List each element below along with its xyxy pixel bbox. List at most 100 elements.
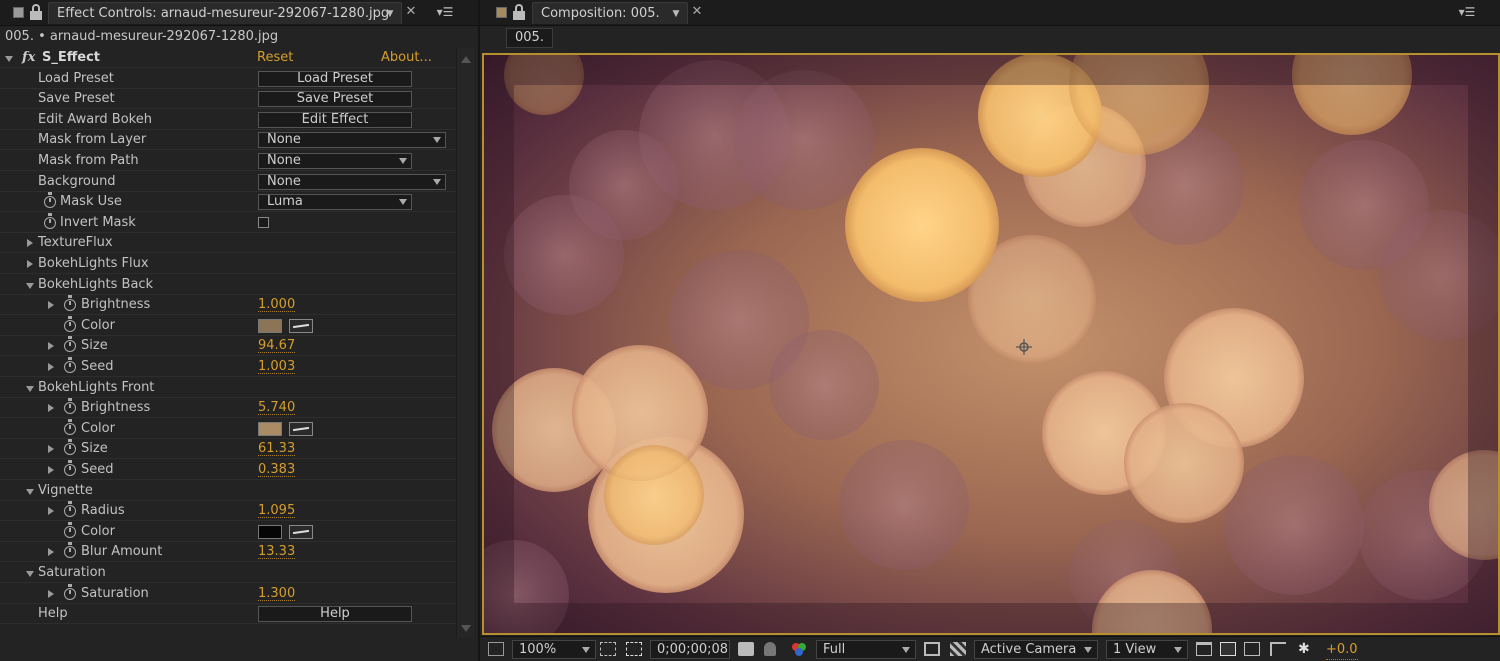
rgb-channels-icon[interactable] [790, 642, 808, 656]
current-time-field[interactable]: 0;00;00;08 [650, 640, 730, 659]
fx-icon[interactable]: fx [22, 48, 35, 68]
view-layout-dropdown[interactable]: 1 View [1106, 640, 1188, 659]
back-seed-value[interactable]: 1.003 [258, 357, 296, 374]
expand-triangle-icon[interactable] [48, 445, 54, 454]
mask-use-dropdown[interactable]: Luma [258, 194, 412, 211]
flowchart-icon[interactable] [1270, 642, 1286, 656]
lock-icon[interactable] [29, 4, 43, 21]
transparency-grid-icon[interactable] [950, 642, 966, 656]
panel-grip-icon[interactable] [13, 7, 24, 18]
scroll-up-icon[interactable] [461, 56, 471, 63]
group-row-bokehlights-front[interactable]: BokehLights Front [0, 378, 456, 398]
front-seed-value[interactable]: 0.383 [258, 460, 296, 477]
expand-triangle-icon[interactable] [48, 466, 54, 474]
back-brightness-value[interactable]: 1.000 [258, 295, 296, 313]
background-dropdown[interactable]: None [258, 173, 446, 190]
scroll-down-icon[interactable] [461, 625, 471, 632]
collapse-triangle-icon[interactable] [5, 56, 13, 62]
vignette-color-swatch[interactable] [258, 524, 282, 539]
collapse-triangle-icon[interactable] [26, 282, 34, 289]
panel-menu-icon[interactable]: ▾☰ [434, 3, 456, 21]
expand-triangle-icon[interactable] [48, 404, 54, 413]
stopwatch-icon[interactable] [64, 357, 76, 373]
exposure-reset-icon[interactable]: ✱ [1298, 642, 1314, 656]
always-preview-icon[interactable] [488, 642, 504, 656]
expand-triangle-icon[interactable] [27, 239, 33, 248]
close-icon[interactable]: ✕ [404, 3, 418, 21]
mask-visibility-icon[interactable] [626, 642, 642, 656]
stopwatch-icon[interactable] [64, 398, 76, 415]
expand-triangle-icon[interactable] [27, 260, 33, 268]
timeline-icon[interactable] [1244, 642, 1260, 656]
save-preset-button[interactable]: Save Preset [258, 91, 412, 108]
lock-icon[interactable] [512, 4, 526, 21]
mask-from-path-dropdown[interactable]: None [258, 153, 412, 169]
panel-menu-icon[interactable]: ▾☰ [1456, 3, 1478, 21]
composition-breadcrumb[interactable]: 005. [506, 28, 553, 48]
grid-guide-icon[interactable] [600, 642, 616, 656]
collapse-triangle-icon[interactable] [26, 571, 34, 577]
camera-snapshot-icon[interactable] [738, 642, 754, 656]
front-color-swatch[interactable] [258, 421, 282, 436]
expand-triangle-icon[interactable] [48, 363, 54, 371]
group-row-bokehlights-flux[interactable]: BokehLights Flux [0, 254, 456, 274]
tab-composition[interactable]: Composition: 005. ▼ [532, 2, 688, 24]
composition-icon[interactable] [496, 7, 507, 18]
group-row-saturation[interactable]: Saturation [0, 563, 456, 583]
zoom-dropdown[interactable]: 100% [512, 640, 596, 659]
stopwatch-icon[interactable] [64, 418, 76, 435]
edit-effect-button[interactable]: Edit Effect [258, 111, 412, 128]
group-row-bokehlights-back[interactable]: BokehLights Back [0, 275, 456, 295]
stopwatch-icon[interactable] [64, 501, 76, 518]
toggle-pixel-aspect-icon[interactable] [1196, 642, 1212, 656]
mask-from-layer-dropdown[interactable]: None [258, 132, 446, 149]
composition-viewer[interactable] [482, 53, 1500, 635]
front-brightness-value[interactable]: 5.740 [258, 398, 296, 416]
fast-previews-icon[interactable] [1220, 642, 1236, 656]
collapse-triangle-icon[interactable] [26, 385, 34, 392]
chevron-down-icon[interactable]: ▼ [669, 7, 683, 21]
stopwatch-icon[interactable] [64, 336, 76, 353]
back-size-value[interactable]: 94.67 [258, 336, 296, 354]
expand-triangle-icon[interactable] [48, 548, 54, 557]
invert-mask-checkbox[interactable] [258, 216, 269, 228]
stopwatch-icon[interactable] [64, 460, 76, 476]
stopwatch-icon[interactable] [64, 521, 76, 538]
tab-effect-controls[interactable]: Effect Controls: arnaud-mesureur-292067-… [48, 2, 402, 24]
about-link[interactable]: About... [381, 48, 432, 68]
expand-triangle-icon[interactable] [48, 342, 54, 351]
stopwatch-icon[interactable] [64, 583, 76, 600]
eyedropper-icon[interactable] [289, 421, 313, 436]
saturation-value[interactable]: 1.300 [258, 584, 296, 601]
expand-triangle-icon[interactable] [48, 589, 54, 598]
stopwatch-icon[interactable] [64, 295, 76, 312]
group-row-textureflux[interactable]: TextureFlux [0, 233, 456, 254]
vignette-blur-value[interactable]: 13.33 [258, 542, 296, 560]
region-of-interest-icon[interactable] [924, 642, 940, 656]
camera-view-dropdown[interactable]: Active Camera [974, 640, 1098, 659]
load-preset-button[interactable]: Load Preset [258, 70, 412, 87]
group-row-vignette[interactable]: Vignette [0, 481, 456, 501]
stopwatch-icon[interactable] [64, 439, 76, 456]
show-snapshot-icon[interactable] [764, 642, 776, 656]
expand-triangle-icon[interactable] [48, 507, 54, 516]
resolution-dropdown[interactable]: Full [816, 640, 916, 659]
expand-triangle-icon[interactable] [48, 301, 54, 310]
effect-header-row[interactable]: fx S_Effect Reset About... [0, 48, 456, 68]
help-button[interactable]: Help [258, 606, 412, 623]
exposure-value[interactable]: +0.0 [1326, 640, 1358, 660]
chevron-down-icon[interactable]: ▼ [383, 7, 397, 21]
close-icon[interactable]: ✕ [690, 3, 704, 21]
stopwatch-icon[interactable] [64, 315, 76, 332]
front-size-value[interactable]: 61.33 [258, 439, 296, 457]
collapse-triangle-icon[interactable] [26, 488, 34, 495]
back-color-swatch[interactable] [258, 318, 282, 333]
eyedropper-icon[interactable] [289, 524, 313, 539]
eyedropper-icon[interactable] [289, 318, 313, 333]
stopwatch-icon[interactable] [44, 212, 56, 229]
stopwatch-icon[interactable] [64, 542, 76, 559]
stopwatch-icon[interactable] [44, 192, 56, 209]
vignette-radius-value[interactable]: 1.095 [258, 501, 296, 519]
vertical-scrollbar[interactable] [456, 48, 474, 638]
reset-link[interactable]: Reset [257, 48, 293, 68]
